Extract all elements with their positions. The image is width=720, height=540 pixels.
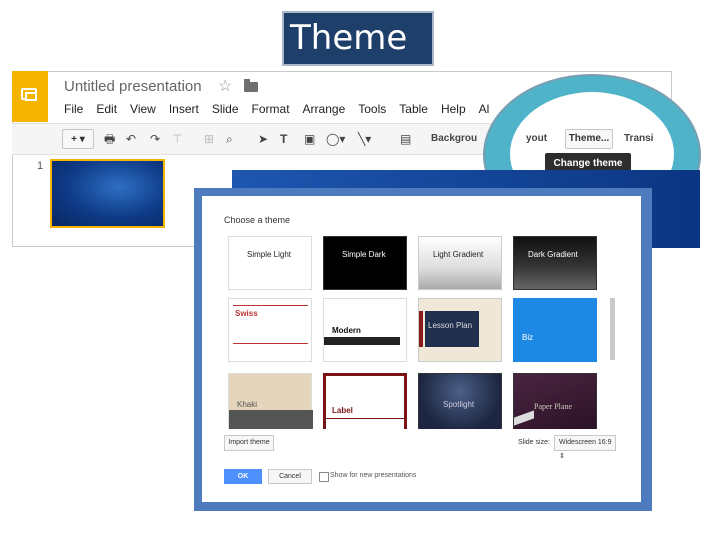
menu-arrange[interactable]: Arrange	[303, 102, 346, 118]
chevron-updown-icon: ⇕	[559, 453, 565, 460]
theme-grid-scrollbar[interactable]	[610, 298, 615, 360]
menu-format[interactable]: Format	[252, 102, 290, 118]
menu-table[interactable]: Table	[399, 102, 428, 118]
show-for-new-checkbox[interactable]	[319, 472, 329, 482]
theme-lesson-plan[interactable]: Lesson Plan	[418, 298, 502, 362]
image-icon[interactable]: ▣	[304, 129, 315, 149]
menu-bar: File Edit View Insert Slide Format Arran…	[64, 102, 502, 118]
line-icon[interactable]: ╲▾	[358, 129, 371, 149]
menu-help[interactable]: Help	[441, 102, 466, 118]
print-icon[interactable]: 🖶	[104, 129, 115, 149]
undo-icon[interactable]: ↶	[126, 129, 136, 149]
redo-icon[interactable]: ↷	[150, 129, 160, 149]
theme-paper-plane[interactable]: Paper Plane	[513, 373, 597, 429]
menu-tools[interactable]: Tools	[358, 102, 386, 118]
theme-simple-light[interactable]: Simple Light	[228, 236, 312, 290]
theme-spotlight[interactable]: Spotlight	[418, 373, 502, 429]
slide-size-select[interactable]: Widescreen 16:9 ⇕	[554, 435, 616, 460]
theme-khaki[interactable]: Khaki	[228, 373, 313, 429]
theme-dark-gradient[interactable]: Dark Gradient	[513, 236, 597, 290]
document-title[interactable]: Untitled presentation	[64, 78, 202, 95]
zoom-icon[interactable]: ⌕	[226, 129, 233, 149]
menu-file[interactable]: File	[64, 102, 83, 118]
theme-biz[interactable]: Biz	[513, 298, 597, 362]
menu-accessibility[interactable]: Al	[479, 102, 490, 118]
menu-view[interactable]: View	[130, 102, 156, 118]
theme-light-gradient[interactable]: Light Gradient	[418, 236, 502, 290]
theme-swiss[interactable]: Swiss	[228, 298, 312, 362]
ok-button[interactable]: OK	[224, 469, 262, 484]
transition-button-highlighted[interactable]: Transi	[624, 129, 653, 149]
slide-size-label: Slide size:	[518, 439, 550, 446]
text-box-icon[interactable]: T	[280, 129, 287, 149]
dialog-title: Choose a theme	[224, 215, 291, 225]
theme-grid: Simple Light Simple Dark Light Gradient …	[226, 236, 616, 429]
theme-label[interactable]: Label	[323, 373, 407, 429]
theme-button-highlighted[interactable]: Theme...	[565, 129, 613, 149]
cancel-button[interactable]: Cancel	[268, 469, 312, 484]
menu-insert[interactable]: Insert	[169, 102, 199, 118]
slide-title: Theme	[282, 11, 434, 66]
theme-modern[interactable]: Modern	[323, 298, 407, 362]
menu-edit[interactable]: Edit	[96, 102, 117, 118]
menu-slide[interactable]: Slide	[212, 102, 239, 118]
slide-number: 1	[37, 160, 44, 172]
theme-simple-dark[interactable]: Simple Dark	[323, 236, 407, 290]
paint-format-icon[interactable]: ⊤	[172, 129, 182, 149]
new-slide-button[interactable]: + ▾	[62, 129, 94, 149]
star-icon[interactable]: ☆	[218, 76, 232, 96]
slide-thumbnail[interactable]	[50, 159, 165, 228]
comment-icon[interactable]: ▤	[400, 129, 411, 149]
slides-logo-icon[interactable]	[12, 71, 48, 122]
cursor-icon[interactable]: ➤	[258, 129, 268, 149]
select-icon[interactable]: ⊞	[204, 129, 214, 149]
import-theme-button[interactable]: Import theme	[224, 435, 274, 451]
slide-size-value: Widescreen 16:9	[559, 439, 612, 446]
folder-icon[interactable]	[244, 79, 258, 92]
show-for-new-label: Show for new presentations	[330, 472, 417, 479]
shape-icon[interactable]: ◯▾	[326, 129, 345, 149]
background-button[interactable]: Backgrou	[431, 129, 477, 149]
layout-button-highlighted[interactable]: yout	[526, 129, 547, 149]
